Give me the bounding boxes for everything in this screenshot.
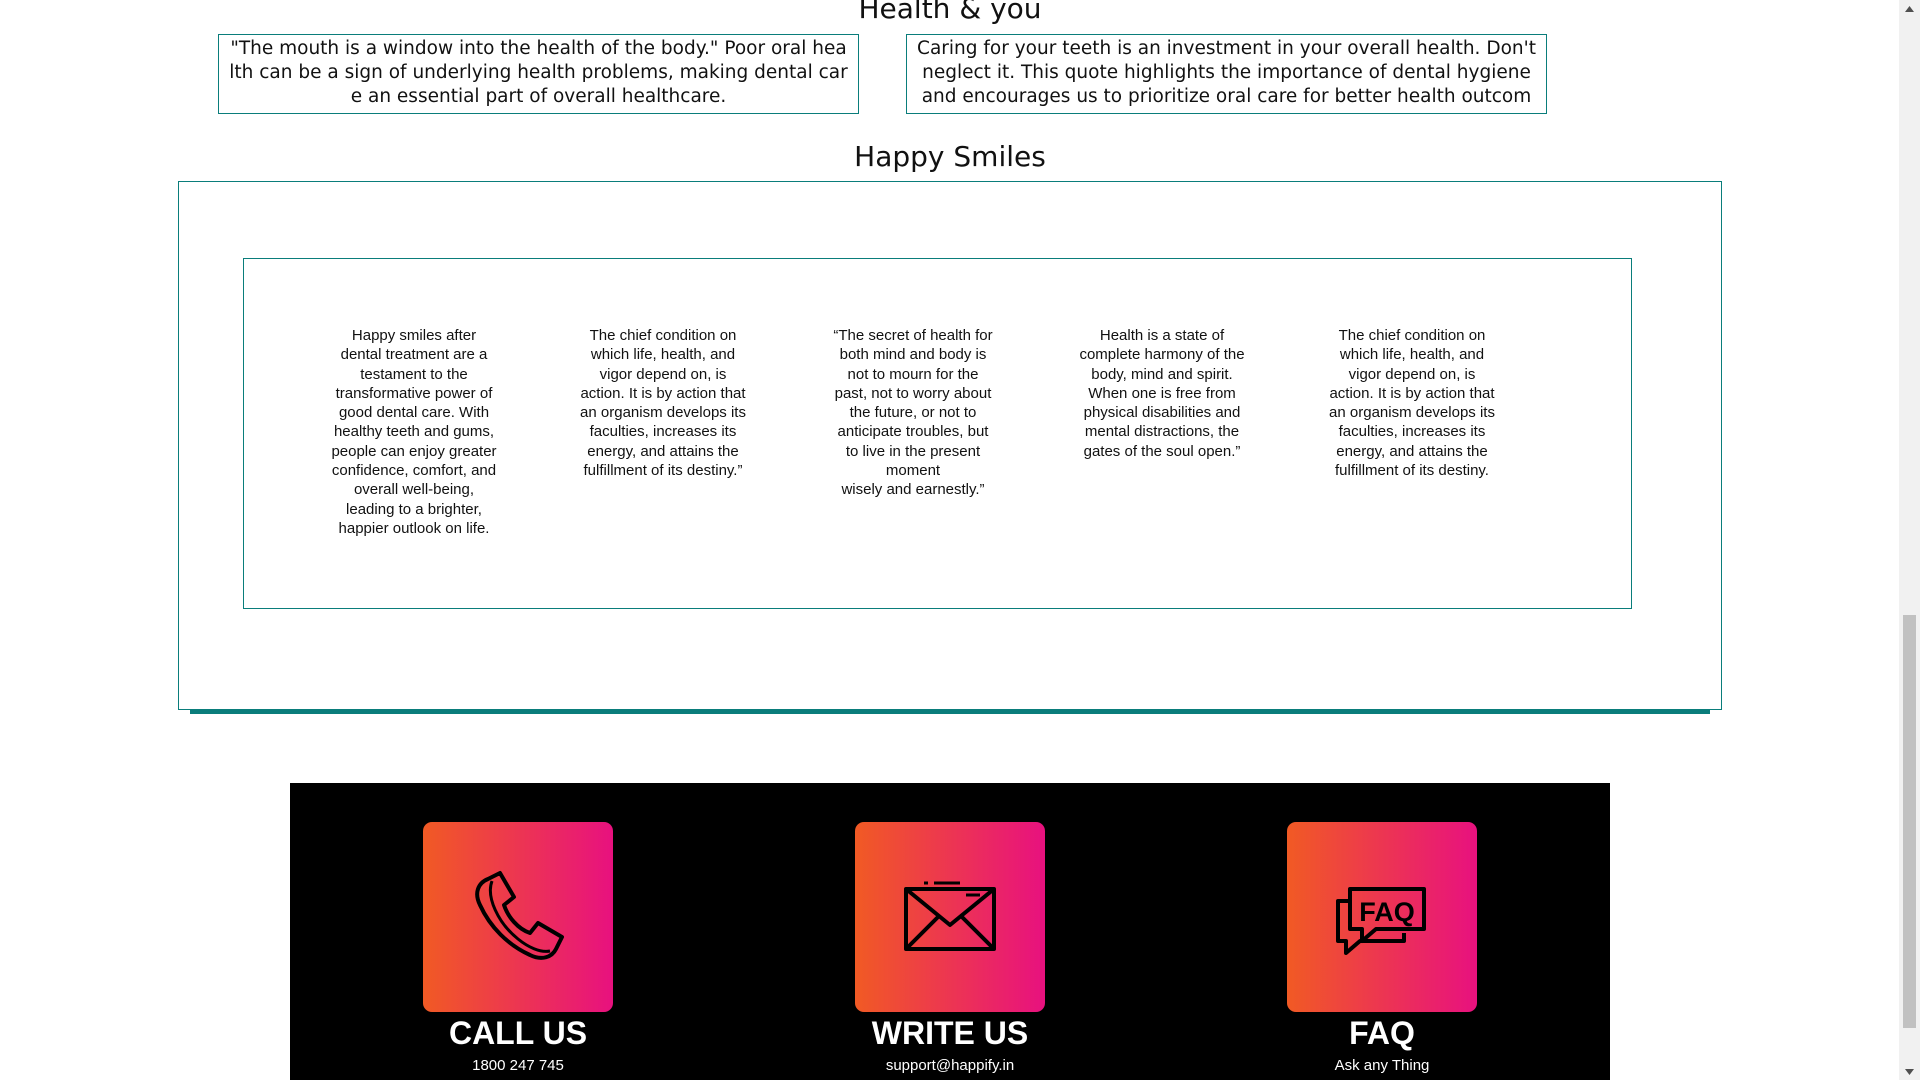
write-us-heading: WRITE US	[871, 1015, 1029, 1051]
health-section-title: Health & you	[858, 0, 1042, 25]
write-us-icon-button[interactable]	[855, 822, 1045, 1012]
smiles-slide: “The secret of health for both mind and …	[833, 327, 993, 499]
faq-icon-button[interactable]: FAQ	[1287, 822, 1477, 1012]
smiles-slide: The chief condition on which life, healt…	[580, 327, 746, 480]
page-scrollbar[interactable]	[1899, 0, 1920, 1080]
call-us-heading: CALL US	[448, 1015, 588, 1051]
smiles-slide: Health is a state of complete harmony of…	[1079, 327, 1245, 460]
mail-icon	[904, 881, 996, 951]
smiles-slide: The chief condition on which life, healt…	[1329, 327, 1495, 480]
write-us-card[interactable]: WRITE US support@happify.in	[855, 822, 1045, 1079]
faq-icon: FAQ	[1336, 887, 1426, 955]
faq-icon-text: FAQ	[1359, 897, 1415, 927]
smiles-section-title: Happy Smiles	[854, 140, 1046, 173]
faq-card[interactable]: FAQ FAQ Ask any Thing	[1287, 822, 1477, 1079]
call-us-number[interactable]: 1800 247 745	[383, 1053, 653, 1079]
page: Health & you "The mouth is a window into…	[0, 0, 1920, 1080]
smiles-slide: Happy smiles after dental treatment are …	[331, 327, 497, 537]
scroll-up-arrow-icon[interactable]	[1899, 0, 1920, 17]
call-us-card[interactable]: CALL US 1800 247 745	[423, 822, 613, 1079]
scrollbar-thumb[interactable]	[1903, 615, 1916, 1028]
write-us-email[interactable]: support@happify.in	[815, 1053, 1085, 1079]
smiles-divider	[190, 709, 1710, 714]
faq-heading: FAQ	[1349, 1015, 1415, 1051]
health-quote-card: Caring for your teeth is an investment i…	[906, 34, 1547, 114]
phone-icon	[475, 871, 564, 960]
call-us-icon-button[interactable]	[423, 822, 613, 1012]
health-quote-card: "The mouth is a window into the health o…	[218, 34, 859, 114]
faq-subtitle[interactable]: Ask any Thing	[1247, 1053, 1517, 1079]
scroll-down-arrow-icon[interactable]	[1899, 1063, 1920, 1080]
